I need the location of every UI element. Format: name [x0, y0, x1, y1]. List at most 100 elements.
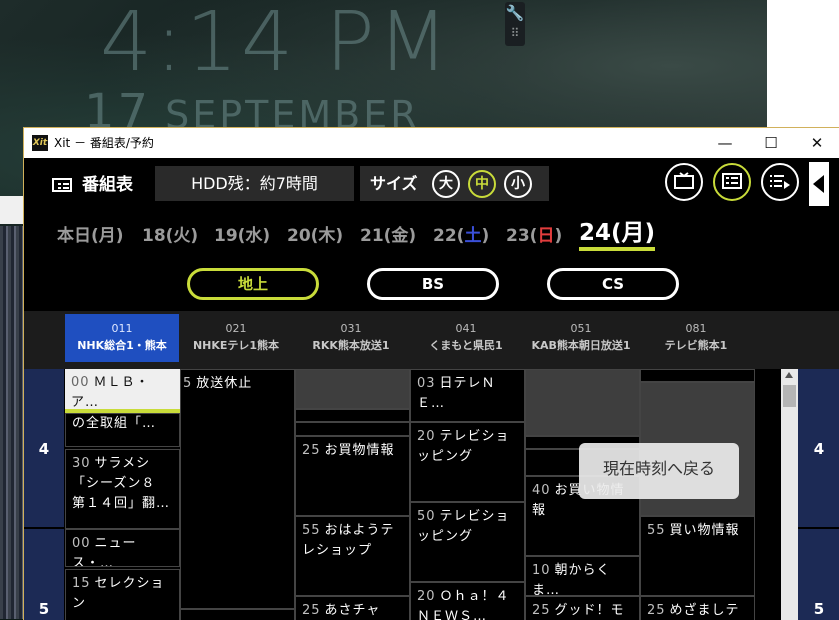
size-medium-button[interactable]: 中 — [468, 170, 496, 198]
program-minute: 15 — [72, 576, 91, 591]
channel-name: NHKEテレ1熊本 — [192, 339, 280, 352]
program-title: お買物情報 — [324, 443, 395, 458]
date-22-prefix: 22( — [433, 226, 465, 246]
program-minute: 25 — [302, 603, 321, 618]
program-minute: 20 — [417, 589, 436, 604]
program-cell[interactable]: の全取組「… — [65, 413, 180, 447]
program-cell[interactable] — [295, 422, 410, 436]
program-cell[interactable]: 25あさチャン！ — [295, 596, 410, 620]
program-minute: 20 — [417, 429, 436, 444]
hour-5-right: 5 — [798, 529, 839, 620]
program-cell[interactable]: 03 日テレＮＥ… — [410, 369, 525, 422]
size-label: サイズ — [370, 174, 418, 193]
terrestrial-tab[interactable]: 地上 — [187, 268, 319, 300]
wallpaper-clock: 4:14 PM — [100, 0, 452, 90]
channel-041[interactable]: 041 くまもと県民1 — [409, 314, 523, 362]
channel-051[interactable]: 051 KAB熊本朝日放送1 — [524, 314, 638, 362]
reservation-list-icon[interactable] — [761, 163, 799, 201]
date-tab-23[interactable]: 23(日) — [506, 221, 562, 246]
maximize-button[interactable]: ☐ — [748, 128, 794, 158]
program-title: 買い物情報 — [669, 523, 740, 538]
date-tab-19[interactable]: 19(水) — [214, 221, 270, 246]
drag-grip-icon[interactable]: ⠿ — [505, 24, 525, 42]
title-bar[interactable]: Xit Xit － 番組表/予約 — ☐ ✕ — [24, 128, 839, 158]
size-selector: サイズ 大 中 小 — [360, 166, 549, 201]
program-cell[interactable] — [180, 609, 295, 620]
channel-081[interactable]: 081 テレビ熊本1 — [639, 314, 753, 362]
program-grid: 4 5 4 5 00 ＭＬＢ・ア… の全取組「… 30 サラメシ「シーズン８ 第１４… — [24, 369, 839, 620]
program-minute: 25 — [647, 603, 666, 618]
channel-name: くまもと県民1 — [429, 339, 503, 352]
bs-tab[interactable]: BS — [367, 268, 499, 300]
program-cell[interactable]: 55 買い物情報 — [640, 516, 755, 596]
program-minute: 03 — [417, 376, 436, 391]
program-cell[interactable]: 30 サラメシ「シーズン８ 第１４回」翻… — [65, 449, 180, 529]
date-22-saturday: 土 — [464, 226, 482, 246]
guide-grid-icon — [52, 178, 72, 192]
program-cell[interactable]: 50 テレビショッピング — [410, 502, 525, 582]
collapse-panel-button[interactable] — [809, 162, 829, 206]
channel-011[interactable]: 011 NHK総合1・熊本 — [65, 314, 179, 362]
channel-name: RKK熊本放送1 — [312, 339, 390, 352]
close-button[interactable]: ✕ — [794, 128, 839, 158]
date-23-sunday: 日 — [537, 226, 555, 246]
hour-5-left: 5 — [24, 529, 64, 620]
desktop-widget[interactable]: 🔧 ⠿ — [505, 2, 525, 46]
date-tab-24-selected[interactable]: 24(月) — [579, 213, 656, 251]
date-tab-21[interactable]: 21(金) — [360, 221, 416, 246]
program-minute: 5 — [183, 376, 193, 391]
date-23-prefix: 23( — [506, 226, 538, 246]
date-22-suffix: ) — [481, 226, 490, 246]
program-cell[interactable] — [295, 369, 410, 409]
program-cell[interactable]: 20 Ｏｈａ！４ ＮＥＷＳ… — [410, 582, 525, 620]
program-cell[interactable]: 25グッド！モー — [525, 596, 640, 620]
date-23-suffix: ) — [554, 226, 563, 246]
program-guide-heading: 番組表 — [52, 170, 133, 195]
program-cell[interactable]: 25 お買物情報 — [295, 436, 410, 516]
cs-tab[interactable]: CS — [547, 268, 679, 300]
program-guide-icon[interactable] — [713, 163, 751, 201]
scrollbar-thumb[interactable] — [783, 385, 796, 407]
date-tab-18[interactable]: 18(火) — [142, 221, 198, 246]
program-cell[interactable] — [525, 369, 640, 436]
program-cell[interactable]: 10 朝からくま… — [525, 556, 640, 596]
channel-number: 041 — [455, 322, 477, 335]
tv-icon[interactable] — [665, 163, 703, 201]
program-cell[interactable]: 00 ニュース・… — [65, 529, 180, 567]
app-icon: Xit — [32, 135, 48, 151]
program-minute: 30 — [72, 456, 91, 471]
back-to-now-button[interactable]: 現在時刻へ戻る — [579, 443, 739, 499]
program-cell[interactable]: 25めざましテレ — [640, 596, 755, 620]
program-cell[interactable]: 5 放送休止 — [180, 369, 295, 609]
vertical-scrollbar[interactable] — [781, 369, 798, 620]
channel-header-row: 011 NHK総合1・熊本 021 NHKEテレ1熊本 031 RKK熊本放送1 04… — [24, 311, 839, 369]
date-tab-22[interactable]: 22(土) — [433, 221, 489, 246]
program-cell[interactable] — [640, 369, 755, 382]
wrench-icon[interactable]: 🔧 — [505, 2, 525, 24]
channel-031[interactable]: 031 RKK熊本放送1 — [294, 314, 408, 362]
minimize-button[interactable]: — — [702, 128, 748, 158]
toolbar: 番組表 HDD残：約7時間 サイズ 大 中 小 — [24, 158, 839, 208]
background-window-edge-left — [0, 196, 24, 224]
xit-window: Xit Xit － 番組表/予約 — ☐ ✕ 番組表 HDD残：約7時間 サイズ… — [23, 127, 839, 620]
program-minute: 40 — [532, 483, 551, 498]
window-title: Xit － 番組表/予約 — [54, 136, 154, 150]
program-minute: 25 — [302, 443, 321, 458]
size-small-button[interactable]: 小 — [504, 170, 532, 198]
program-minute: 10 — [532, 563, 551, 578]
program-cell[interactable]: 55 おはようテレショップ — [295, 516, 410, 596]
program-cell[interactable] — [295, 409, 410, 422]
scroll-up-arrow-icon[interactable] — [785, 372, 793, 378]
channel-number: 021 — [225, 322, 247, 335]
program-cell[interactable]: 20 テレビショッピング — [410, 422, 525, 502]
program-title: 放送休止 — [196, 376, 253, 391]
program-cell-selected[interactable]: 00 ＭＬＢ・ア… — [65, 369, 181, 409]
date-tab-today[interactable]: 本日(月) — [57, 221, 124, 246]
date-tabs: 本日(月) 18(火) 19(水) 20(木) 21(金) 22(土) 23(日… — [24, 213, 839, 253]
background-window-edge — [767, 0, 839, 128]
program-cell[interactable]: 15 セレクション — [65, 569, 180, 620]
size-large-button[interactable]: 大 — [432, 170, 460, 198]
date-tab-20[interactable]: 20(木) — [287, 221, 343, 246]
background-photo-strip — [0, 226, 24, 619]
channel-021[interactable]: 021 NHKEテレ1熊本 — [179, 314, 293, 362]
